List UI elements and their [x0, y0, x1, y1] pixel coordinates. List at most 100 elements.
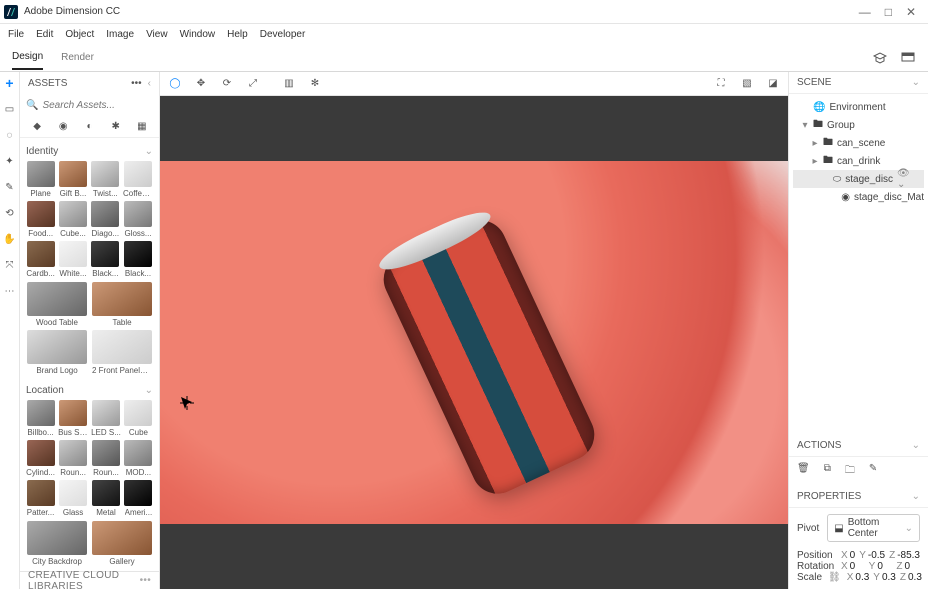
asset-thumb[interactable]: Ameri...	[124, 480, 153, 517]
menu-image[interactable]: Image	[106, 29, 134, 40]
orbit-tool-icon[interactable]: ⟲	[3, 206, 17, 220]
asset-thumb[interactable]: Roun...	[58, 440, 88, 477]
link-icon[interactable]: ⛓	[828, 572, 841, 583]
menu-object[interactable]: Object	[65, 29, 94, 40]
z-field[interactable]: Z0.3	[900, 572, 922, 583]
menu-edit[interactable]: Edit	[36, 29, 53, 40]
selection-mode-icon[interactable]: ◯	[168, 77, 182, 91]
x-field[interactable]: X0	[841, 550, 855, 561]
scale-mode-icon[interactable]: ⤢	[246, 77, 260, 91]
render-preview-icon[interactable]: ▧	[740, 77, 754, 91]
asset-thumb[interactable]: City Backdrop	[26, 521, 88, 566]
camera-bookmark-icon[interactable]: ⛶	[714, 77, 728, 91]
horizon-tool-icon[interactable]: ⋯	[3, 284, 17, 298]
scene-node[interactable]: ▾🖿Group	[793, 116, 924, 134]
properties-collapse-icon[interactable]: ⌄	[912, 491, 920, 502]
asset-thumb[interactable]: 2 Front Panels So...	[91, 330, 153, 375]
twisty-icon[interactable]: ▸	[811, 156, 819, 167]
asset-thumb[interactable]: Plane	[26, 161, 55, 198]
sample-action-icon[interactable]: ✎	[869, 463, 877, 480]
scene-node[interactable]: 🌐Environment	[793, 98, 924, 116]
align-icon[interactable]: ▥	[282, 77, 296, 91]
asset-thumb[interactable]: Roun...	[91, 440, 121, 477]
cc-libraries-label[interactable]: CREATIVE CLOUD LIBRARIES	[28, 570, 140, 589]
y-field[interactable]: Y-0.5	[859, 550, 885, 561]
asset-thumb[interactable]: White...	[58, 241, 87, 278]
render-settings-icon[interactable]: ◪	[766, 77, 780, 91]
menu-help[interactable]: Help	[227, 29, 248, 40]
wand-tool-icon[interactable]: ✦	[3, 154, 17, 168]
minimize-icon[interactable]: —	[859, 5, 871, 19]
asset-thumb[interactable]: Food...	[26, 201, 55, 238]
x-field[interactable]: X0	[841, 561, 865, 572]
z-field[interactable]: Z-85.3	[889, 550, 920, 561]
filter-adobe-icon[interactable]: ◆	[30, 120, 44, 134]
asset-thumb[interactable]: Coffee...	[123, 161, 153, 198]
lasso-tool-icon[interactable]: ◌	[3, 128, 17, 142]
filter-models-icon[interactable]: ◉	[56, 120, 70, 134]
asset-thumb[interactable]: Diago...	[91, 201, 120, 238]
filter-images-icon[interactable]: ▦	[135, 120, 149, 134]
y-field[interactable]: Y0	[869, 561, 893, 572]
twisty-icon[interactable]: ▾	[801, 120, 809, 131]
tab-render[interactable]: Render	[61, 46, 94, 69]
z-field[interactable]: Z0	[896, 561, 920, 572]
twisty-icon[interactable]: ▸	[811, 138, 819, 149]
chevron-down-icon[interactable]: ⌄	[145, 146, 153, 157]
move-mode-icon[interactable]: ✥	[194, 77, 208, 91]
scene-collapse-icon[interactable]: ⌄	[912, 77, 920, 88]
asset-thumb[interactable]: Metal	[91, 480, 121, 517]
menu-developer[interactable]: Developer	[260, 29, 306, 40]
menu-window[interactable]: Window	[180, 29, 216, 40]
asset-thumb[interactable]: Cardb...	[26, 241, 55, 278]
assets-collapse-icon[interactable]: ‹	[148, 78, 151, 89]
cc-libraries-menu-icon[interactable]: •••	[140, 575, 151, 586]
pivot-select[interactable]: ⬓ Bottom Center ⌄	[827, 514, 920, 542]
asset-thumb[interactable]: Cube	[124, 400, 153, 437]
node-visibility-icon[interactable]: 👁 ⌄	[897, 168, 924, 190]
maximize-icon[interactable]: □	[885, 5, 892, 19]
scene-node[interactable]: ◉stage_disc_Mat	[793, 188, 924, 206]
asset-thumb[interactable]: Black...	[91, 241, 120, 278]
add-tool-icon[interactable]: +	[3, 76, 17, 90]
menu-view[interactable]: View	[146, 29, 168, 40]
asset-thumb[interactable]: Cube...	[58, 201, 87, 238]
x-field[interactable]: X0.3	[847, 572, 870, 583]
select-tool-icon[interactable]: ▭	[3, 102, 17, 116]
asset-thumb[interactable]: LED S...	[91, 400, 121, 437]
asset-thumb[interactable]: Billbo...	[26, 400, 55, 437]
asset-thumb[interactable]: Brand Logo	[26, 330, 88, 375]
tab-design[interactable]: Design	[12, 45, 43, 70]
assets-menu-icon[interactable]: •••	[131, 78, 142, 89]
y-field[interactable]: Y0.3	[873, 572, 896, 583]
asset-thumb[interactable]: Bus St...	[58, 400, 88, 437]
asset-thumb[interactable]: Glass	[58, 480, 88, 517]
learn-icon[interactable]	[872, 50, 888, 66]
duplicate-action-icon[interactable]: ⧉	[824, 463, 831, 480]
section-identity-label[interactable]: Identity	[26, 146, 58, 157]
zoom-tool-icon[interactable]: ⤧	[3, 258, 17, 272]
actions-collapse-icon[interactable]: ⌄	[912, 440, 920, 451]
menu-file[interactable]: File	[8, 29, 24, 40]
asset-thumb[interactable]: Wood Table	[26, 282, 88, 327]
asset-thumb[interactable]: Black...	[123, 241, 153, 278]
asset-thumb[interactable]: MOD...	[124, 440, 153, 477]
filter-materials-icon[interactable]: ◐	[82, 120, 96, 134]
asset-thumb[interactable]: Table	[91, 282, 153, 327]
asset-thumb[interactable]: Gallery	[91, 521, 153, 566]
pan-tool-icon[interactable]: ✋	[3, 232, 17, 246]
delete-action-icon[interactable]: 🗑	[797, 463, 810, 480]
asset-thumb[interactable]: Gift B...	[58, 161, 87, 198]
search-input[interactable]	[42, 100, 160, 111]
asset-thumb[interactable]: Twist...	[91, 161, 120, 198]
asset-thumb[interactable]: Gloss...	[123, 201, 153, 238]
group-action-icon[interactable]: 🗀	[845, 463, 855, 480]
asset-thumb[interactable]: Patter...	[26, 480, 55, 517]
scene-node[interactable]: ⬭stage_disc👁 ⌄	[793, 170, 924, 188]
asset-thumb[interactable]: Cylind...	[26, 440, 55, 477]
scene-node[interactable]: ▸🖿can_scene	[793, 134, 924, 152]
sample-tool-icon[interactable]: ✎	[3, 180, 17, 194]
distribute-icon[interactable]: ✻	[308, 77, 322, 91]
section-location-label[interactable]: Location	[26, 385, 64, 396]
chevron-down-icon[interactable]: ⌄	[145, 385, 153, 396]
